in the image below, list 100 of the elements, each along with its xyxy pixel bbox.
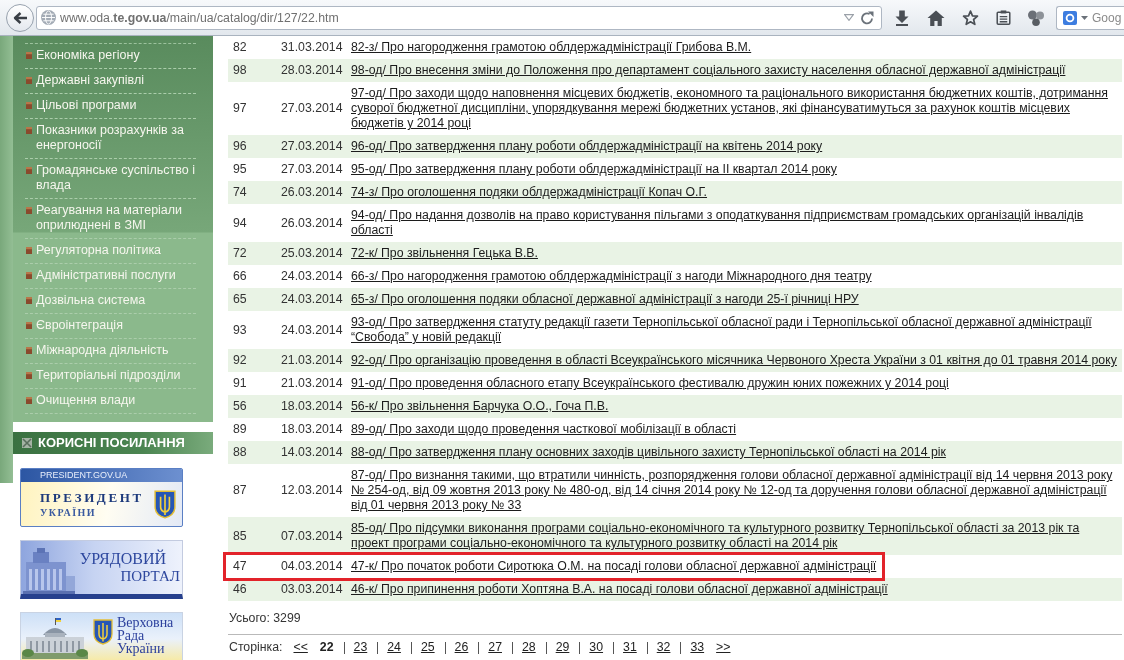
bullet-icon xyxy=(26,102,32,109)
caret-icon[interactable] xyxy=(1081,15,1088,20)
total-count: Усього: 3299 xyxy=(228,611,301,626)
banner-title: Рада xyxy=(117,629,145,642)
document-link[interactable]: 94-од/ Про надання дозволів на право користування пільгами з оподаткування підприємствам громадських організацій інвалідів області xyxy=(351,208,1120,238)
document-link[interactable]: 97-од/ Про заходи щодо наповнення місцевих бюджетів, економного та раціонального використання бюджетних коштів, дотримання суворої бюджетної дисципліни, упорядкування мережі бюджетних установ, які фінансуватимуться за рахунок коштів місцевих бюджетів у 2014 році xyxy=(351,86,1120,131)
page-link[interactable]: 32 xyxy=(656,640,671,655)
document-link[interactable]: 87-од/ Про визнання такими, що втратили чинність, розпорядження голови обласної державної адміністрації від 14 червня 2013 року № 254-од, від 09 жовтня 2013 року № 480-од, від 14 січня 2014 року № 12-од та доручення голови обласної державної адміністрації від 01 червня 2013 року № 33 xyxy=(351,468,1120,513)
date-cell-text: 28.03.2014 xyxy=(280,63,344,78)
document-link[interactable]: 56-к/ Про звільнення Барчука О.О., Гоча П.В. xyxy=(351,399,1120,414)
banner-subtitle: УКРАЇНИ xyxy=(40,506,96,519)
back-arrow-icon xyxy=(13,11,27,24)
banner-title: Верховна xyxy=(117,616,174,629)
bullet-icon xyxy=(26,52,32,59)
government-portal-banner[interactable]: УРЯДОВИЙ ПОРТАЛ xyxy=(20,540,183,599)
address-bar[interactable]: www.oda.te.gov.ua/main/ua/catalog/dir/127/22.htm xyxy=(36,5,882,30)
banner-title: ПРЕЗИДЕНТ xyxy=(40,489,144,506)
building-drawing xyxy=(23,548,75,594)
document-link[interactable]: 92-од/ Про організацію проведення в області Всеукраїнського місячника Червоного Хреста України з 01 квітня до 01 травня 2014 року xyxy=(351,353,1120,368)
document-link[interactable]: 82-з/ Про нагородження грамотою облдержадміністрації Грибова В.М. xyxy=(351,40,1120,55)
trident-shield-icon xyxy=(154,489,176,519)
bullet-icon xyxy=(26,372,32,379)
document-link[interactable]: 89-од/ Про заходи щодо проведення часткової мобілізації в області xyxy=(351,422,1120,437)
reload-icon[interactable] xyxy=(860,10,874,25)
document-link[interactable]: 66-з/ Про нагородження грамотою облдержадміністрації з нагоди Міжнародного дня театру xyxy=(351,269,1120,284)
bullet-icon xyxy=(26,77,32,84)
number-cell-text: 74 xyxy=(232,185,248,200)
bullet-icon xyxy=(26,207,32,214)
bullet-icon xyxy=(26,297,32,304)
document-link[interactable]: 96-од/ Про затвердження плану роботи облдержадміністрації на квітень 2014 року xyxy=(351,139,1120,154)
page-link[interactable]: 25 xyxy=(420,640,435,655)
document-link[interactable]: 74-з/ Про оголошення подяки облдержадміністрації Копач О.Г. xyxy=(351,185,1120,200)
president-banner[interactable]: PRESIDENT.GOV.UA ПРЕЗИДЕНТ УКРАЇНИ xyxy=(20,468,183,527)
list-icon[interactable] xyxy=(996,10,1011,25)
document-link[interactable]: 98-од/ Про внесення зміни до Положення про департамент соціального захисту населення обласної державної адміністрації xyxy=(351,63,1120,78)
page-link[interactable]: 30 xyxy=(589,640,604,655)
date-cell-text: 18.03.2014 xyxy=(280,399,344,414)
number-cell-text: 87 xyxy=(232,483,248,498)
number-cell-text: 97 xyxy=(232,101,248,116)
number-cell-text: 98 xyxy=(232,63,248,78)
bullet-icon xyxy=(26,322,32,329)
date-cell-text: 26.03.2014 xyxy=(280,215,344,231)
document-link[interactable]: 85-од/ Про підсумки виконання програми соціально-економічного та культурного розвитку Тернопільської області за 2013 рік та проект програми соціально-економічного та культурного розвитку області на 2014 рік xyxy=(351,521,1120,551)
document-link[interactable]: 72-к/ Про звільнення Гецька В.В. xyxy=(351,246,1120,261)
bullet-icon xyxy=(26,397,32,404)
date-cell-text: 24.03.2014 xyxy=(280,292,344,307)
date-cell-text: 04.03.2014 xyxy=(280,559,344,574)
back-button[interactable] xyxy=(6,3,34,32)
banner-subtitle: ПОРТАЛ xyxy=(120,568,180,585)
url-text: www.oda.te.gov.ua/main/ua/catalog/dir/127/22.htm xyxy=(60,10,339,25)
number-cell-text: 95 xyxy=(232,162,248,177)
banner-title: УРЯДОВИЙ xyxy=(79,550,166,568)
date-cell-text: 14.03.2014 xyxy=(280,445,344,460)
document-link[interactable]: 88-од/ Про затвердження плану основних заходів цивільного захисту Тернопільської області на 2014 рік xyxy=(351,445,1120,460)
parliament-banner[interactable]: Верховна Рада України xyxy=(20,612,183,660)
number-cell-text: 47 xyxy=(232,559,248,574)
date-cell-text: 27.03.2014 xyxy=(280,139,344,154)
number-cell-text: 65 xyxy=(232,292,248,307)
date-cell-text: 12.03.2014 xyxy=(280,483,344,498)
page-link[interactable]: 22 xyxy=(319,640,334,655)
page-link[interactable]: 23 xyxy=(353,640,368,655)
section-title: КОРИСНІ ПОСИЛАННЯ xyxy=(38,435,185,451)
date-cell-text: 21.03.2014 xyxy=(280,376,344,391)
document-link[interactable]: 95-од/ Про затвердження плану роботи облдержадміністрації на II квартал 2014 року xyxy=(351,162,1120,177)
dropdown-caret-icon[interactable] xyxy=(844,14,854,21)
document-link[interactable]: 93-од/ Про затвердження статуту редакції газети Тернопільської обласної ради і Тернопільської обласної державної адміністрації “Свобода” у новій редакції xyxy=(351,315,1120,345)
page-link[interactable]: 28 xyxy=(522,640,536,655)
crossed-square-icon xyxy=(22,438,32,448)
page-link[interactable]: 27 xyxy=(488,640,502,655)
previous-pages-link[interactable]: << xyxy=(293,640,308,655)
number-cell-text: 56 xyxy=(232,399,248,414)
number-cell-text: 46 xyxy=(232,582,248,597)
circles-icon[interactable] xyxy=(1028,9,1044,26)
date-cell-text: 31.03.2014 xyxy=(280,40,344,55)
number-cell-text: 89 xyxy=(232,422,248,437)
page-link[interactable]: 31 xyxy=(623,640,637,655)
page-link[interactable]: 29 xyxy=(555,640,570,655)
number-cell-text: 85 xyxy=(232,528,248,544)
document-link[interactable]: 65-з/ Про оголошення подяки обласної державної адміністрації з нагоди 25-ї річниці НРУ xyxy=(351,292,1120,307)
next-pages-link[interactable]: >> xyxy=(716,640,731,655)
download-icon[interactable] xyxy=(894,9,910,26)
number-cell-text: 91 xyxy=(232,376,248,391)
page-link[interactable]: 26 xyxy=(454,640,469,655)
page-link[interactable]: 24 xyxy=(387,640,401,655)
bullet-icon xyxy=(26,167,32,174)
number-cell-text: 82 xyxy=(232,40,248,55)
date-cell-text: 07.03.2014 xyxy=(280,528,344,544)
trident-shield-icon xyxy=(93,619,113,645)
date-cell-text: 21.03.2014 xyxy=(280,353,344,368)
bullet-icon xyxy=(26,272,32,279)
sidebar-item[interactable]: Економіка регіону xyxy=(25,44,196,69)
date-cell-text: 27.03.2014 xyxy=(280,101,344,116)
document-link[interactable]: 46-к/ Про припинення роботи Хоптяна В.А. на посаді голови обласної державної адміністрації xyxy=(351,582,1120,597)
bullet-icon xyxy=(26,127,32,134)
document-link[interactable]: 47-к/ Про початок роботи Сиротюка О.М. на посаді голови обласної державної адміністрації xyxy=(351,559,877,574)
number-cell-text: 92 xyxy=(232,353,248,368)
home-icon[interactable] xyxy=(927,9,945,26)
star-icon[interactable] xyxy=(962,9,979,26)
page-link[interactable]: 33 xyxy=(690,640,705,655)
document-link[interactable]: 91-од/ Про проведення обласного етапу Всеукраїнського фестивалю дружин юних пожежних у 2014 році xyxy=(351,376,1120,391)
